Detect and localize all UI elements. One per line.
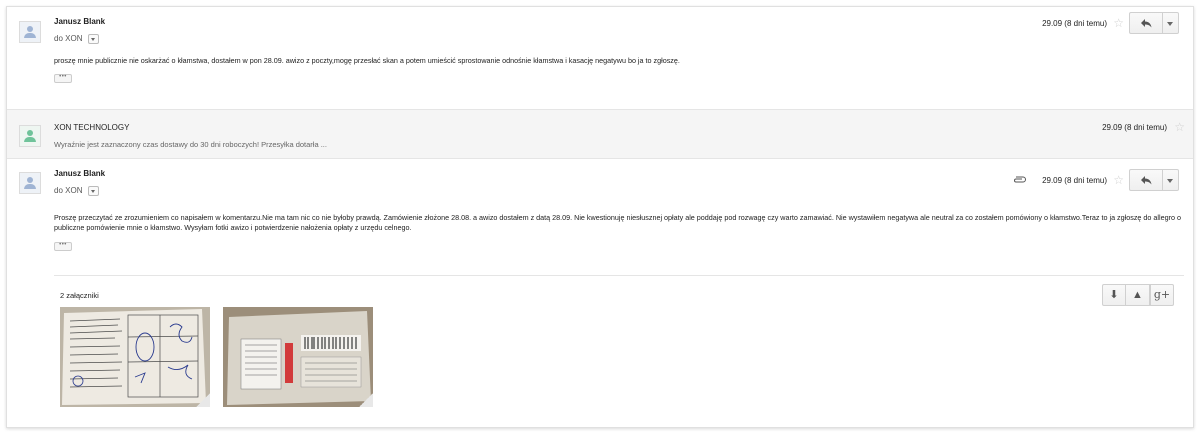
details-toggle[interactable] [87, 186, 99, 196]
paperclip-icon [1014, 176, 1026, 183]
reply-button[interactable] [1129, 12, 1163, 34]
message-snippet: Wyraźnie jest zaznaczony czas dostawy do… [54, 140, 327, 149]
details-toggle[interactable] [87, 34, 99, 44]
message-date: 29.09 (8 dni temu) [1042, 19, 1107, 28]
sender-name[interactable]: XON TECHNOLOGY [54, 123, 129, 132]
avatar [19, 21, 41, 43]
thumbnail-fold [359, 393, 373, 407]
more-actions-button[interactable] [1163, 12, 1179, 34]
sender-name[interactable]: Janusz Blank [54, 17, 108, 26]
avatar [19, 172, 41, 194]
attachment-thumbnail-2[interactable] [223, 307, 373, 407]
reply-arrow-icon [1141, 19, 1152, 28]
star-icon[interactable]: ☆ [1113, 174, 1124, 186]
attachments-divider [54, 275, 1184, 276]
show-trimmed-content-button[interactable]: ••• [54, 242, 72, 251]
gplus-icon: g+ [1153, 288, 1171, 301]
sender-name[interactable]: Janusz Blank [54, 169, 108, 178]
recipient-name: XON [65, 34, 83, 44]
message-body: Proszę przeczytać ze zrozumieniem co nap… [54, 213, 1181, 232]
attachments-count: 2 załączniki [60, 291, 99, 300]
recipient-line: do XON [54, 34, 99, 44]
recipient-line: do XON [54, 186, 99, 196]
save-to-drive-button[interactable]: ▲ [1126, 284, 1150, 306]
email-thread: Janusz Blank do XON 29.09 (8 dni temu) ☆… [6, 6, 1194, 428]
customs-label-image [223, 307, 373, 407]
recipient-prefix: do [54, 186, 63, 196]
message-date: 29.09 (8 dni temu) [1042, 176, 1107, 185]
share-gplus-button[interactable]: g+ [1150, 284, 1174, 306]
message-body: proszę mnie publicznie nie oskarżać o kł… [54, 56, 680, 65]
avatar [19, 125, 41, 147]
message-date: 29.09 (8 dni temu) [1102, 123, 1167, 132]
thumbnail-fold [196, 393, 210, 407]
attachment-thumbnail-1[interactable] [60, 307, 210, 407]
star-icon[interactable]: ☆ [1113, 17, 1124, 29]
show-trimmed-content-button[interactable]: ••• [54, 74, 72, 83]
message-2[interactable]: XON TECHNOLOGY Wyraźnie jest zaznaczony … [7, 109, 1193, 159]
reply-arrow-icon [1141, 176, 1152, 185]
download-icon: ⬇ [1109, 289, 1119, 301]
reply-button[interactable] [1129, 169, 1163, 191]
star-icon[interactable]: ☆ [1174, 121, 1185, 133]
awizo-document-image [60, 307, 210, 407]
drive-icon: ▲ [1132, 289, 1143, 301]
message-1: Janusz Blank do XON 29.09 (8 dni temu) ☆… [7, 7, 1193, 108]
download-all-button[interactable]: ⬇ [1102, 284, 1126, 306]
recipient-prefix: do [54, 34, 63, 44]
more-actions-button[interactable] [1163, 169, 1179, 191]
recipient-name: XON [65, 186, 83, 196]
